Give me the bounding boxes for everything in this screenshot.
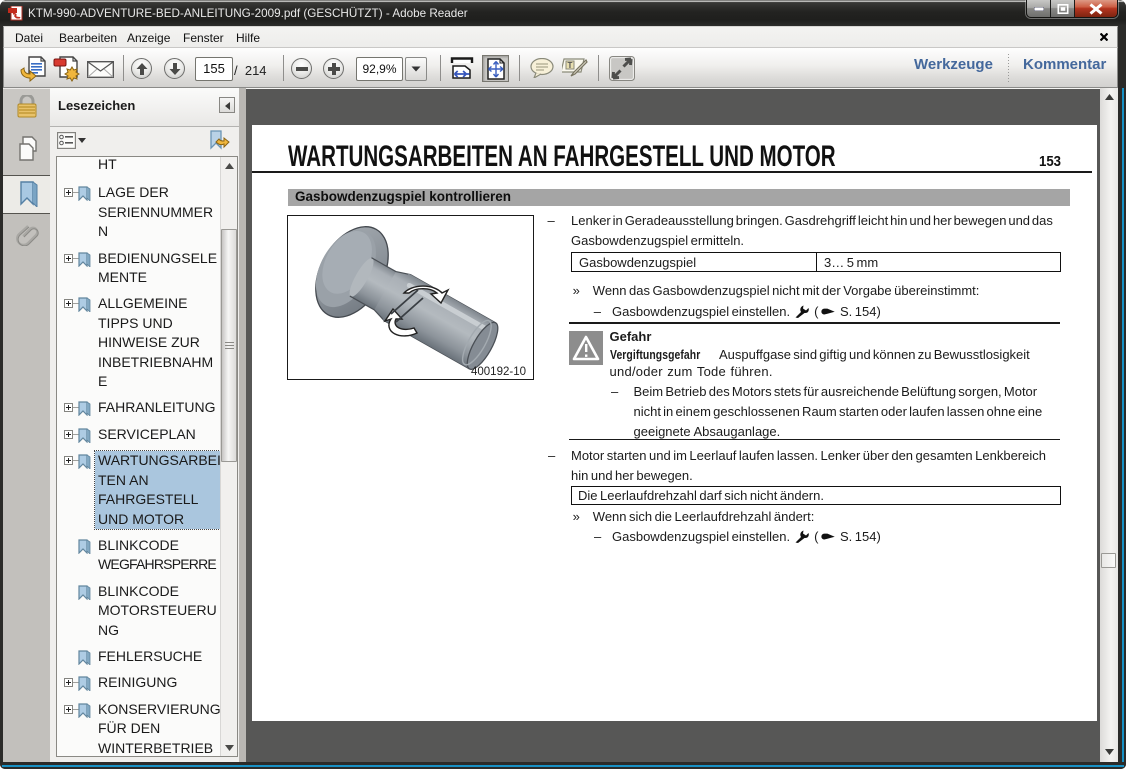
svg-text:T: T — [568, 61, 573, 70]
